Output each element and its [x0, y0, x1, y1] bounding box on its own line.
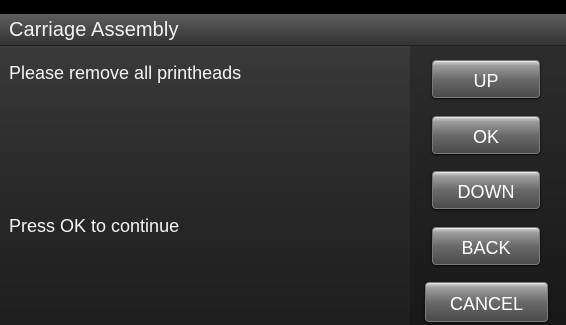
printer-control-screen: Carriage Assembly Please remove all prin… — [0, 0, 566, 325]
back-button[interactable]: BACK — [432, 227, 540, 265]
up-button[interactable]: UP — [432, 60, 540, 98]
page-title: Carriage Assembly — [9, 19, 179, 41]
message-panel — [0, 46, 410, 325]
instruction-text: Please remove all printheads — [9, 63, 242, 83]
ok-button[interactable]: OK — [432, 116, 540, 154]
continue-prompt-text: Press OK to continue — [9, 216, 180, 236]
cancel-button[interactable]: CANCEL — [425, 282, 548, 322]
down-button[interactable]: DOWN — [432, 171, 540, 209]
